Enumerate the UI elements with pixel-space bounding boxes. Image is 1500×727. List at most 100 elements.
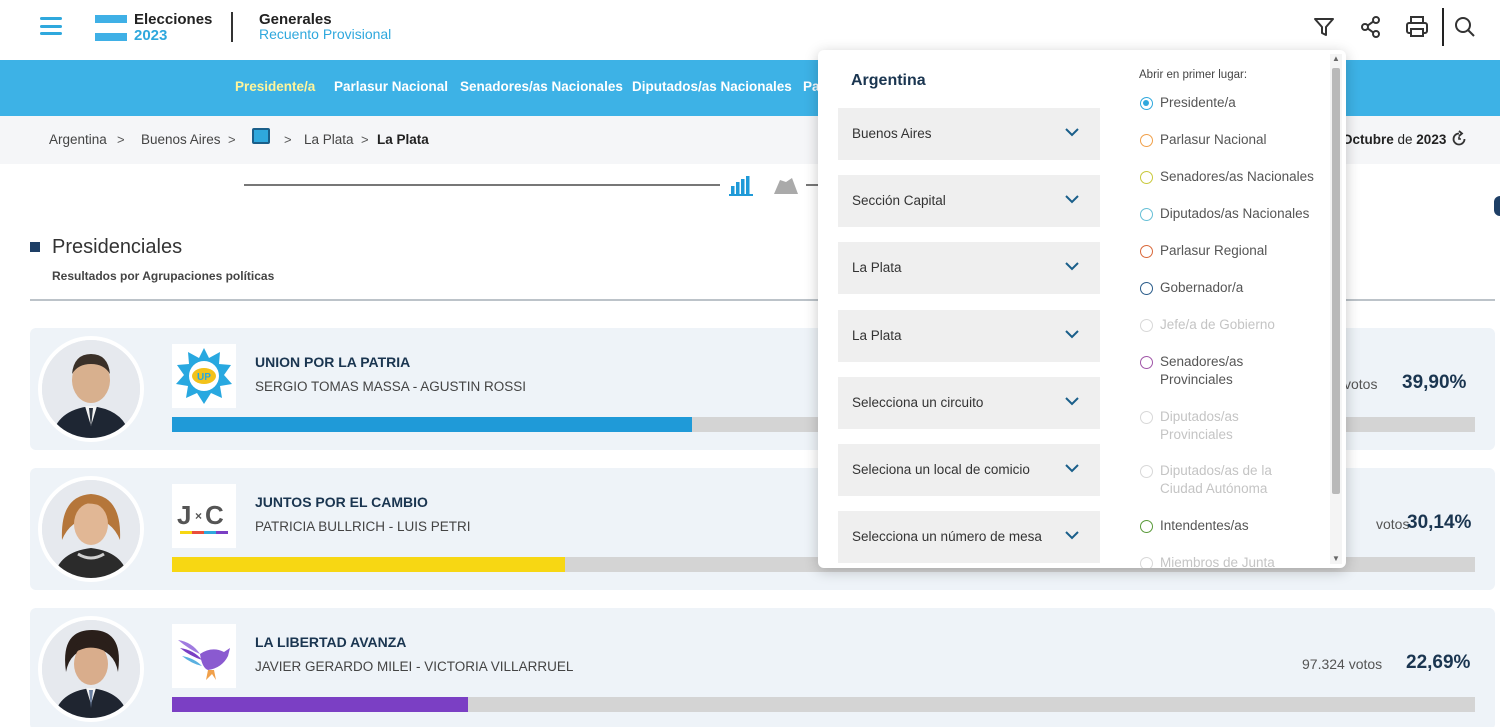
vote-bar-fill — [172, 697, 468, 712]
vote-bar — [172, 697, 1475, 712]
chevron-down-icon — [1065, 531, 1079, 540]
option-label: Senadores/as Nacionales — [1160, 169, 1314, 184]
radio-button — [1140, 557, 1153, 568]
collapse-section-icon[interactable] — [252, 128, 270, 144]
date-month: Octubre — [1342, 132, 1394, 147]
select-value: Selecciona un número de mesa — [852, 529, 1042, 544]
svg-text:C: C — [205, 500, 224, 530]
map-view-icon[interactable] — [772, 176, 800, 196]
chevron-down-icon — [1065, 128, 1079, 137]
tab-parlasur-nacional[interactable]: Parlasur Nacional — [334, 79, 448, 94]
circuit-select[interactable]: Selecciona un circuito — [838, 377, 1100, 429]
select-value: Selecciona un circuito — [852, 395, 984, 410]
option-label: Diputados/as de la Ciudad Autónoma — [1160, 463, 1272, 496]
avatar-ring — [38, 616, 144, 722]
side-tab-handle[interactable] — [1494, 196, 1500, 216]
header-divider — [231, 12, 233, 42]
candidate-names: JAVIER GERARDO MILEI - VICTORIA VILLARRU… — [255, 659, 574, 674]
panel-scrollbar[interactable]: ▲ ▼ — [1330, 54, 1342, 564]
radio-button — [1140, 319, 1153, 332]
argentina-flag-logo — [95, 15, 127, 41]
option-label: Gobernador/a — [1160, 280, 1244, 295]
breadcrumb-item[interactable]: Argentina — [49, 132, 107, 147]
vote-count: 97.324 votos — [1302, 656, 1383, 672]
update-date: Octubre de 2023 — [1342, 132, 1446, 147]
radio-button[interactable] — [1140, 134, 1153, 147]
section-title: Presidenciales — [52, 236, 183, 258]
breadcrumb-separator: > — [117, 132, 125, 147]
scroll-up-arrow[interactable]: ▲ — [1332, 54, 1340, 64]
option-label: Presidente/a — [1160, 95, 1236, 110]
candidate-card[interactable]: LA LIBERTAD AVANZA JAVIER GERARDO MILEI … — [30, 608, 1495, 727]
bar-chart-view-icon[interactable] — [728, 174, 754, 196]
option-label: Senadores/as Provinciales — [1160, 354, 1244, 387]
date-year: 2023 — [1416, 132, 1447, 147]
brand-year: 2023 — [134, 27, 168, 44]
svg-text:×: × — [195, 509, 202, 523]
breadcrumb-separator: > — [284, 132, 292, 147]
party-name: LA LIBERTAD AVANZA — [255, 634, 407, 650]
municipality-select[interactable]: La Plata — [838, 310, 1100, 362]
radio-button[interactable] — [1140, 282, 1153, 295]
select-value: La Plata — [852, 260, 902, 275]
province-select[interactable]: Buenos Aires — [838, 108, 1100, 160]
search-icon[interactable] — [1452, 14, 1478, 40]
tab-senadores-nacionales[interactable]: Senadores/as Nacionales — [460, 79, 623, 94]
breadcrumb-item[interactable]: La Plata — [304, 132, 354, 147]
scrollbar-thumb[interactable] — [1332, 68, 1340, 494]
breadcrumb-separator: > — [228, 132, 236, 147]
avatar — [42, 340, 140, 438]
chevron-down-icon — [1065, 195, 1079, 204]
breadcrumb-item[interactable]: Buenos Aires — [141, 132, 221, 147]
radio-button[interactable] — [1140, 208, 1153, 221]
print-icon[interactable] — [1404, 14, 1430, 40]
avatar — [42, 620, 140, 718]
radio-button[interactable] — [1140, 520, 1153, 533]
breadcrumb-current: La Plata — [377, 132, 429, 147]
select-value: La Plata — [852, 328, 902, 343]
section-select[interactable]: Sección Capital — [838, 175, 1100, 227]
svg-text:J: J — [177, 500, 191, 530]
polling-place-select[interactable]: Seleciona un local de comicio — [838, 444, 1100, 496]
select-value: Buenos Aires — [852, 126, 932, 141]
election-subtitle: Recuento Provisional — [259, 26, 392, 42]
app-root: Elecciones 2023 Generales Recuento Provi… — [0, 0, 1500, 727]
section-subtitle: Resultados por Agrupaciones políticas — [52, 269, 275, 283]
vote-count: votos — [1344, 376, 1378, 392]
date-connector: de — [1393, 132, 1417, 147]
select-value: Sección Capital — [852, 193, 946, 208]
party-name: UNION POR LA PATRIA — [255, 354, 411, 370]
avatar — [42, 480, 140, 578]
tab-presidente[interactable]: Presidente/a — [235, 79, 315, 94]
party-name: JUNTOS POR EL CAMBIO — [255, 494, 428, 510]
table-number-select[interactable]: Selecciona un número de mesa — [838, 511, 1100, 563]
refresh-icon[interactable] — [1450, 130, 1468, 148]
vote-percent: 30,14% — [1407, 512, 1472, 533]
chevron-down-icon — [1065, 397, 1079, 406]
vote-bar-fill — [172, 417, 692, 432]
vote-count: votos — [1376, 516, 1410, 532]
district-select[interactable]: La Plata — [838, 242, 1100, 294]
menu-icon[interactable] — [40, 17, 62, 35]
radio-button[interactable] — [1140, 171, 1153, 184]
radio-button[interactable] — [1140, 356, 1153, 369]
option-label: Jefe/a de Gobierno — [1160, 317, 1275, 332]
option-label: Parlasur Regional — [1160, 243, 1268, 258]
tab-diputados-nacionales[interactable]: Diputados/as Nacionales — [632, 79, 792, 94]
candidate-names: SERGIO TOMAS MASSA - AGUSTIN ROSSI — [255, 379, 527, 394]
avatar-ring — [38, 476, 144, 582]
party-logo-lla — [172, 624, 236, 688]
scroll-down-arrow[interactable]: ▼ — [1332, 554, 1340, 564]
breadcrumb-separator: > — [361, 132, 369, 147]
option-label: Diputados/as Provinciales — [1160, 409, 1239, 442]
radio-button[interactable] — [1140, 245, 1153, 258]
brand-title: Elecciones — [134, 11, 213, 28]
progress-line — [244, 184, 720, 186]
filter-icon[interactable] — [1311, 14, 1337, 40]
vote-percent: 22,69% — [1406, 652, 1471, 673]
share-icon[interactable] — [1358, 14, 1384, 40]
radio-button[interactable] — [1140, 97, 1153, 110]
radio-button — [1140, 411, 1153, 424]
avatar-ring — [38, 336, 144, 442]
icon-divider — [1442, 8, 1444, 46]
